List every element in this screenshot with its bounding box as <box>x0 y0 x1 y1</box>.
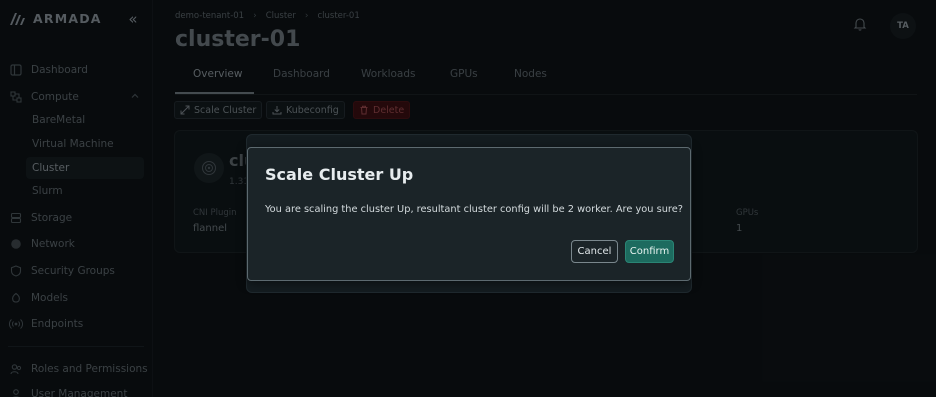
scale-cluster-dialog: Scale Cluster Up You are scaling the clu… <box>247 147 691 281</box>
confirm-button[interactable]: Confirm <box>625 240 674 263</box>
dialog-message: You are scaling the cluster Up, resultan… <box>265 204 683 215</box>
dialog-title: Scale Cluster Up <box>265 165 414 184</box>
cancel-button[interactable]: Cancel <box>571 240 618 263</box>
